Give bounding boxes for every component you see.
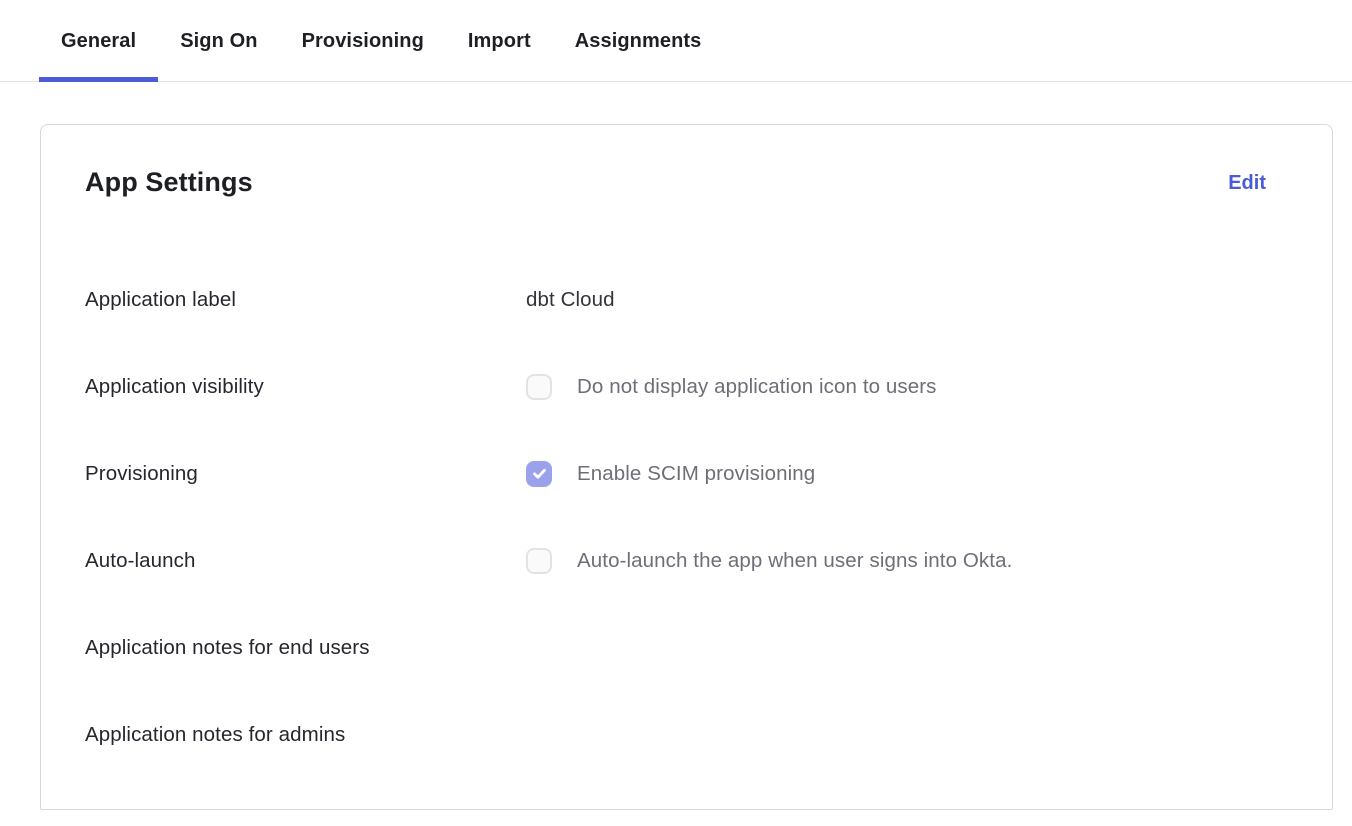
row-value: Do not display application icon to users <box>526 374 937 400</box>
check-icon <box>531 465 548 482</box>
row-application-visibility: Application visibility Do not display ap… <box>85 343 1266 430</box>
tab-provisioning[interactable]: Provisioning <box>280 0 446 82</box>
app-settings-card: App Settings Edit Application label dbt … <box>40 124 1333 810</box>
auto-launch-checkbox[interactable] <box>526 548 552 574</box>
row-auto-launch: Auto-launch Auto-launch the app when use… <box>85 517 1266 604</box>
settings-rows: Application label dbt Cloud Application … <box>85 256 1266 778</box>
row-label: Provisioning <box>85 462 526 486</box>
row-label: Application label <box>85 288 526 312</box>
row-provisioning: Provisioning Enable SCIM provisioning <box>85 430 1266 517</box>
edit-button[interactable]: Edit <box>1228 169 1266 197</box>
row-label: Application notes for admins <box>85 723 526 747</box>
application-label-value: dbt Cloud <box>526 288 615 312</box>
row-value: Enable SCIM provisioning <box>526 461 815 487</box>
checkbox-label: Enable SCIM provisioning <box>577 462 815 486</box>
row-label: Auto-launch <box>85 549 526 573</box>
row-notes-end-users: Application notes for end users <box>85 604 1266 691</box>
row-notes-admins: Application notes for admins <box>85 691 1266 778</box>
card-title: App Settings <box>85 165 253 199</box>
row-value: Auto-launch the app when user signs into… <box>526 548 1012 574</box>
checkbox-label: Do not display application icon to users <box>577 375 937 399</box>
row-application-label: Application label dbt Cloud <box>85 256 1266 343</box>
application-visibility-checkbox[interactable] <box>526 374 552 400</box>
tab-bar: General Sign On Provisioning Import Assi… <box>0 0 1352 82</box>
tab-general[interactable]: General <box>39 0 158 82</box>
row-label: Application visibility <box>85 375 526 399</box>
row-label: Application notes for end users <box>85 636 526 660</box>
tab-assignments[interactable]: Assignments <box>553 0 724 82</box>
tab-import[interactable]: Import <box>446 0 553 82</box>
checkbox-label: Auto-launch the app when user signs into… <box>577 549 1012 573</box>
card-header: App Settings Edit <box>85 165 1266 199</box>
tab-sign-on[interactable]: Sign On <box>158 0 279 82</box>
scim-provisioning-checkbox[interactable] <box>526 461 552 487</box>
